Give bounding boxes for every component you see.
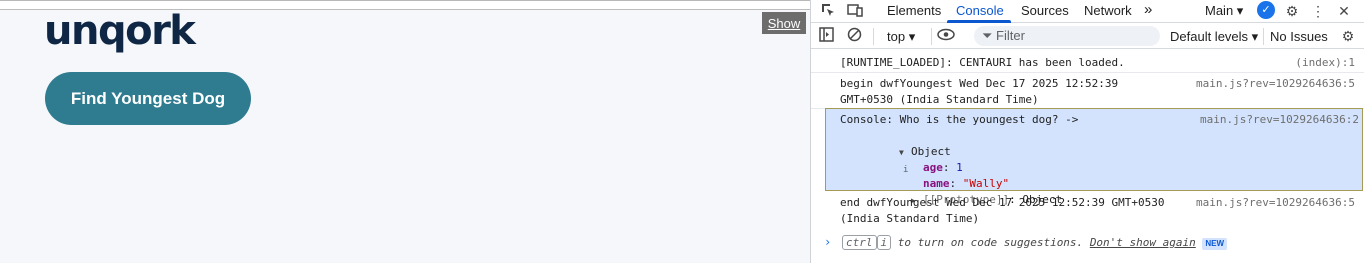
live-expression-eye-icon[interactable]: [937, 27, 955, 45]
code-suggestions-hint: ctrl i to turn on code suggestions. Don't…: [842, 235, 1228, 251]
more-options-icon[interactable]: ⋮: [1309, 2, 1327, 20]
app-page: unqork Find Youngest Dog Show: [0, 0, 810, 263]
message-source-link[interactable]: (index):1: [1295, 55, 1355, 71]
console-message: [RUNTIME_LOADED]: CENTAURI has been load…: [811, 53, 1364, 73]
tab-network[interactable]: Network: [1084, 3, 1132, 18]
console-output: [RUNTIME_LOADED]: CENTAURI has been load…: [811, 50, 1364, 263]
devtools-tab-bar: Elements Console Sources Network » Main …: [811, 0, 1364, 23]
more-tabs-icon[interactable]: »: [1144, 1, 1152, 18]
active-tab-indicator: [947, 20, 1011, 23]
toolbar-divider: [873, 28, 874, 45]
message-text: Console: Who is the youngest dog? ->: [840, 113, 1079, 126]
ctrl-key: ctrl: [842, 235, 877, 250]
filter-input[interactable]: ⏷ Filter: [974, 26, 1160, 46]
message-text: begin dwfYoungest Wed Dec 17 2025 12:52:…: [840, 77, 1119, 106]
dont-show-again-link[interactable]: Don't show again: [1090, 236, 1196, 249]
target-selector[interactable]: Main ▾: [1205, 3, 1243, 19]
tab-sources[interactable]: Sources: [1021, 3, 1069, 18]
message-source-link[interactable]: main.js?rev=1029264636:2: [1200, 112, 1359, 128]
new-badge: NEW: [1202, 238, 1228, 250]
settings-gear-icon[interactable]: ⚙: [1283, 2, 1301, 20]
message-source-link[interactable]: main.js?rev=1029264636:5: [1196, 195, 1355, 211]
log-levels-dropdown[interactable]: Default levels ▾: [1170, 29, 1258, 45]
show-tab-button[interactable]: Show: [762, 12, 806, 34]
toolbar-divider: [1263, 28, 1264, 45]
i-key: i: [876, 235, 892, 250]
console-prompt-chevron-icon[interactable]: ›: [824, 234, 831, 250]
tab-console[interactable]: Console: [956, 3, 1004, 18]
inspect-element-icon[interactable]: [819, 2, 837, 20]
message-source-link[interactable]: main.js?rev=1029264636:5: [1196, 76, 1355, 92]
tab-elements[interactable]: Elements: [887, 3, 941, 18]
device-toolbar-icon[interactable]: [846, 2, 864, 20]
console-message-highlighted: Console: Who is the youngest dog? -> mai…: [825, 108, 1363, 206]
clear-console-icon[interactable]: [845, 27, 863, 45]
message-text: [RUNTIME_LOADED]: CENTAURI has been load…: [840, 56, 1125, 69]
toolbar-divider: [931, 28, 932, 45]
console-message: begin dwfYoungest Wed Dec 17 2025 12:52:…: [811, 74, 1364, 109]
unqork-logo: unqork: [44, 8, 196, 54]
console-message: end dwfYoungest Wed Dec 17 2025 12:52:39…: [811, 193, 1364, 228]
ai-assistance-icon[interactable]: ✓: [1257, 1, 1275, 19]
console-toolbar: top ▾ ⏷ Filter Default levels ▾ No Issue…: [811, 24, 1364, 49]
close-icon[interactable]: ✕: [1335, 2, 1353, 20]
devtools-panel: Elements Console Sources Network » Main …: [810, 0, 1364, 263]
sidebar-toggle-icon[interactable]: [817, 27, 835, 45]
filter-icon: ⏷: [982, 28, 997, 43]
issues-counter[interactable]: No Issues: [1270, 29, 1328, 44]
console-settings-gear-icon[interactable]: ⚙: [1339, 27, 1357, 45]
find-youngest-dog-button[interactable]: Find Youngest Dog: [45, 72, 251, 125]
context-selector[interactable]: top ▾: [887, 29, 915, 45]
message-text: end dwfYoungest Wed Dec 17 2025 12:52:39…: [840, 196, 1165, 225]
